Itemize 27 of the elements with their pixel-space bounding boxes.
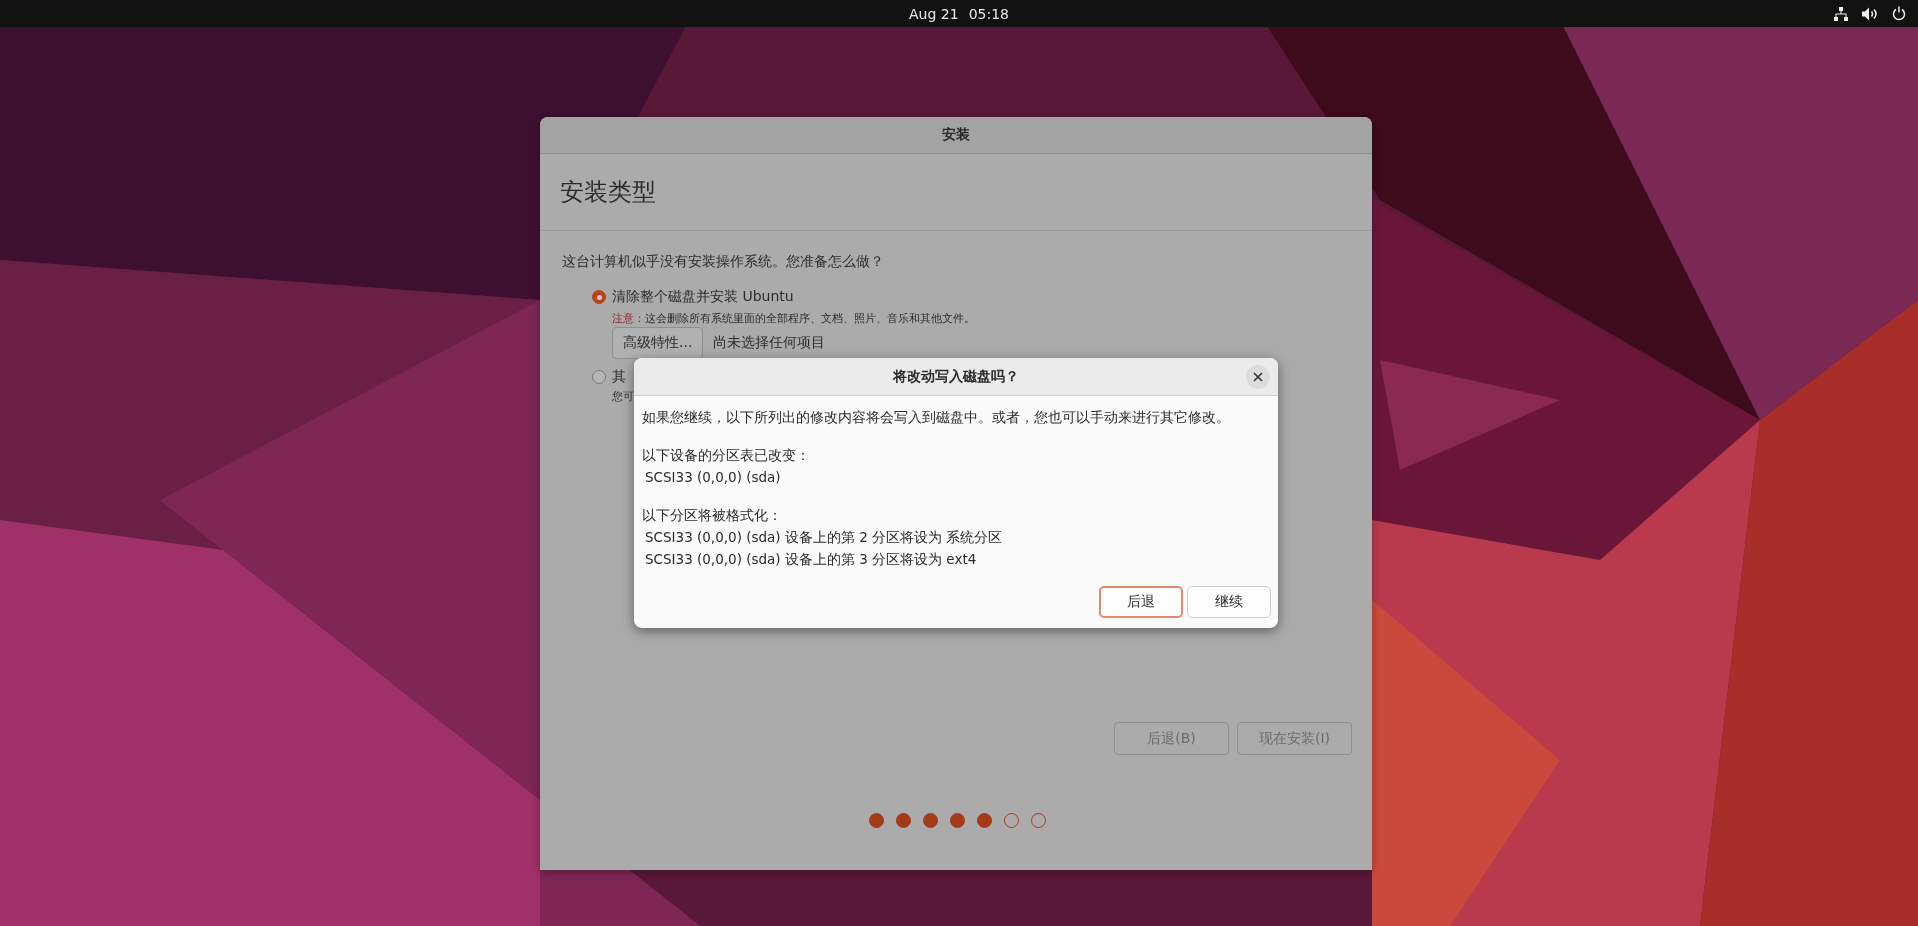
power-icon[interactable] <box>1892 6 1906 21</box>
close-icon <box>1253 372 1263 382</box>
change-item: SCSI33 (0,0,0) (sda) 设备上的第 3 分区将设为 ext4 <box>645 551 977 567</box>
radio-button[interactable] <box>592 370 606 384</box>
dialog-button[interactable]: 后退 <box>1099 586 1183 618</box>
option-description: 您可 <box>612 390 634 403</box>
section-heading: 以下分区将被格式化： <box>642 507 782 523</box>
close-button[interactable] <box>1246 365 1270 389</box>
date[interactable]: Aug 21 <box>909 5 959 22</box>
page-heading: 安装类型 <box>560 177 656 208</box>
dialog-message: 如果您继续，以下所列出的修改内容将会写入到磁盘中。或者，您也可以手动来进行其它修改。 <box>642 409 1230 425</box>
change-item: SCSI33 (0,0,0) (sda) 设备上的第 2 分区将设为 系统分区 <box>645 529 1003 545</box>
option-label[interactable]: 其 <box>612 368 626 386</box>
advanced-status: 尚未选择任何项目 <box>713 334 826 352</box>
dialog-button[interactable]: 继续 <box>1187 586 1271 618</box>
question-text: 这台计算机似乎没有安装操作系统。您准备怎么做？ <box>562 253 884 269</box>
time[interactable]: 05:18 <box>968 5 1009 22</box>
change-item: SCSI33 (0,0,0) (sda) <box>645 469 781 485</box>
advanced-features-button[interactable]: 高级特性... <box>612 327 704 359</box>
radio-button[interactable] <box>592 290 606 304</box>
network-icon[interactable] <box>1834 6 1848 21</box>
warning-note: 注意：这会删除所有系统里面的全部程序、文档、照片、音乐和其他文件。 <box>612 310 975 326</box>
section-heading: 以下设备的分区表已改变： <box>642 447 810 463</box>
window-title: 安装 <box>942 126 970 144</box>
option-label[interactable]: 清除整个磁盘并安装 Ubuntu <box>612 288 794 306</box>
dialog-title: 将改动写入磁盘吗？ <box>893 367 1019 386</box>
volume-icon[interactable] <box>1862 6 1878 21</box>
